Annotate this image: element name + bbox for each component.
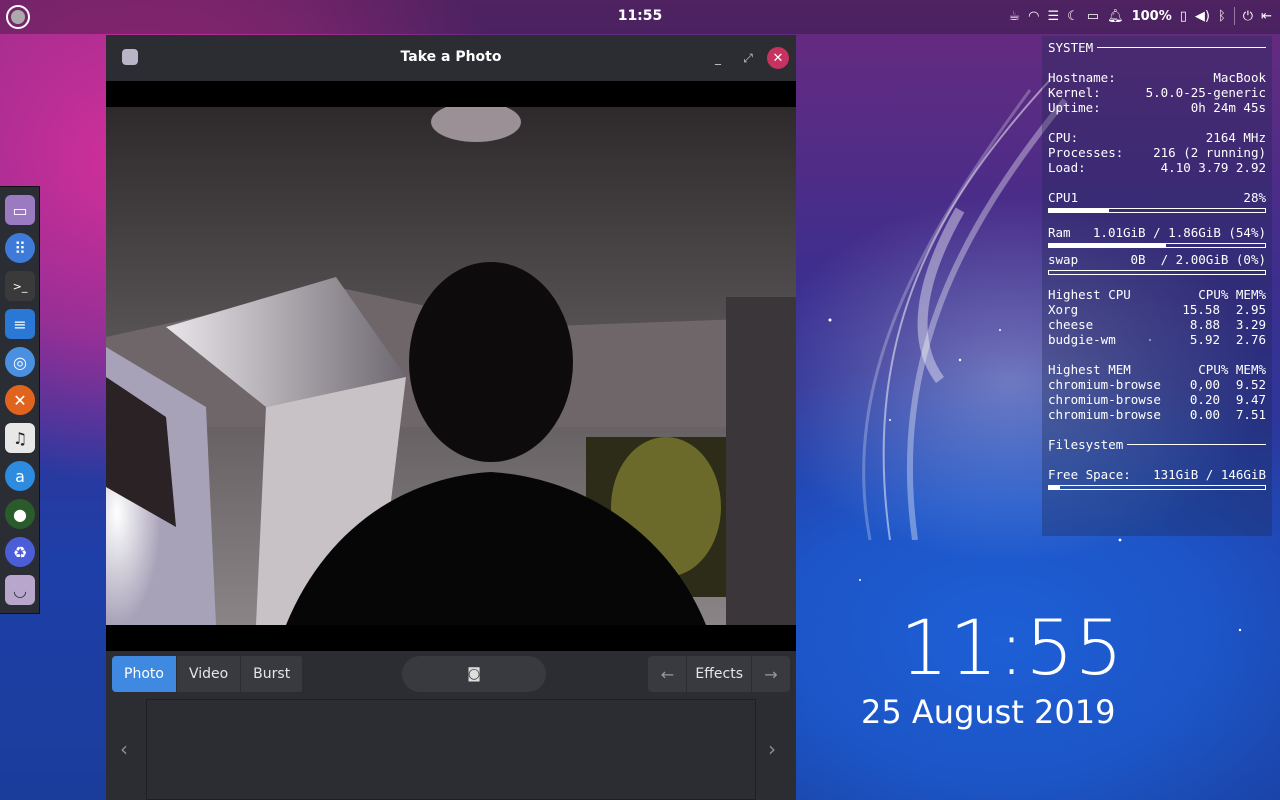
process-cpu: 0.00 <box>1189 407 1220 422</box>
raven-toggle-icon[interactable]: ⇤ <box>1261 9 1272 24</box>
process-row: chromium-browse 0.00 7.51 <box>1048 407 1266 422</box>
volume-icon[interactable]: ◀︎) <box>1195 9 1210 24</box>
burst-mode-button[interactable]: Burst <box>241 656 304 692</box>
process-row: budgie-wm 5.92 2.76 <box>1048 332 1266 347</box>
process-row: cheese 8.88 3.29 <box>1048 317 1266 332</box>
effects-group: ← Effects → <box>648 656 790 692</box>
uptime-row: Uptime: 0h 24m 45s <box>1048 100 1266 115</box>
highest-mem-list: chromium-browse 0.00 9.52 chromium-browse 0.… <box>1048 377 1266 422</box>
highest-cpu-header: Highest CPU CPU% MEM% <box>1048 287 1266 302</box>
tray-separator <box>1233 7 1235 25</box>
desktop-clock: 11:55 <box>900 603 1125 692</box>
folder-icon[interactable]: ▭ <box>1087 9 1099 24</box>
thumbnail-strip: ‹ › <box>106 699 796 800</box>
game-icon[interactable]: ✕ <box>5 385 35 415</box>
battery-icon[interactable]: ▯ <box>1180 9 1187 24</box>
power-icon[interactable]: ⏻ <box>1243 9 1253 24</box>
highest-cpu-list: Xorg 15.58 2.95 cheese 8.88 3.29 budgie-wm 5.92… <box>1048 302 1266 347</box>
camera-icon: ◙ <box>467 666 481 682</box>
video-mode-button[interactable]: Video <box>177 656 242 692</box>
process-cpu: 5.92 <box>1189 332 1220 347</box>
maximize-button[interactable]: ⤢ <box>737 47 759 69</box>
process-mem: 9.47 <box>1235 392 1266 407</box>
process-name: Xorg <box>1048 302 1079 317</box>
hostname-row: Hostname: MacBook <box>1048 70 1266 85</box>
system-header: SYSTEM <box>1048 40 1266 55</box>
camera-viewer <box>106 81 796 651</box>
minimize-button[interactable]: _ <box>707 47 729 69</box>
process-name: chromium-browse <box>1048 377 1161 392</box>
terminal-icon[interactable]: >_ <box>5 271 35 301</box>
load-row: Load: 4.10 3.79 2.92 <box>1048 160 1266 175</box>
process-cpu: 8.88 <box>1189 317 1220 332</box>
app-menu-button[interactable] <box>6 5 30 29</box>
battery-percent[interactable]: 100% <box>1132 9 1172 24</box>
conky-system-monitor: SYSTEM Hostname: MacBook Kernel: 5.0.0-25-… <box>1042 36 1272 536</box>
mode-switcher: Photo Video Burst <box>112 656 304 692</box>
highest-mem-header: Highest MEM CPU% MEM% <box>1048 362 1266 377</box>
close-button[interactable]: ✕ <box>767 47 789 69</box>
wifi-icon[interactable]: ◠ <box>1028 9 1039 24</box>
camera-preview <box>106 107 796 625</box>
process-cpu: 15.58 <box>1182 302 1220 317</box>
filesystem-header: Filesystem <box>1048 437 1266 452</box>
kernel-row: Kernel: 5.0.0-25-generic <box>1048 85 1266 100</box>
store-icon[interactable]: a <box>5 461 35 491</box>
app-grid-icon[interactable]: ⠿ <box>5 233 35 263</box>
process-name: cheese <box>1048 317 1094 332</box>
filesystem-bar <box>1048 485 1266 490</box>
process-mem: 2.95 <box>1235 302 1266 317</box>
process-mem: 2.76 <box>1235 332 1266 347</box>
chromium-icon[interactable]: ◎ <box>5 347 35 377</box>
process-row: chromium-browse 0.00 9.52 <box>1048 377 1266 392</box>
swap-bar <box>1048 270 1266 275</box>
cpu1-bar <box>1048 208 1266 213</box>
desktop-date: 25 August 2019 <box>861 693 1116 731</box>
process-mem: 9.52 <box>1235 377 1266 392</box>
thumbnail-pane[interactable] <box>146 699 756 800</box>
music-icon[interactable]: ♫ <box>5 423 35 453</box>
free-space-row: Free Space: 131GiB / 146GiB <box>1048 467 1266 482</box>
dock: ▭ ⠿ >_ ≡ ◎ ✕ ♫ a ● ♻ ◡ <box>0 186 40 614</box>
text-editor-icon[interactable]: ≡ <box>5 309 35 339</box>
capture-controls: Photo Video Burst ◙ ← Effects → <box>106 651 796 701</box>
process-row: Xorg 15.58 2.95 <box>1048 302 1266 317</box>
bluetooth-icon[interactable]: ᛒ <box>1218 9 1226 24</box>
effects-next-button[interactable]: → <box>752 656 790 692</box>
swap-row: swap 0B / 2.00GiB (0%) <box>1048 252 1266 267</box>
ram-bar <box>1048 243 1266 248</box>
process-name: chromium-browse <box>1048 407 1161 422</box>
caffeine-icon[interactable]: ☕ <box>1008 9 1020 24</box>
process-mem: 3.29 <box>1235 317 1266 332</box>
cheese-window: Take a Photo _ ⤢ ✕ Photo Video Burst ◙ ←… <box>106 35 796 800</box>
notification-bell-icon[interactable]: 🔔︎ <box>1107 9 1124 24</box>
obs-icon[interactable]: ● <box>5 499 35 529</box>
effects-prev-button[interactable]: ← <box>648 656 686 692</box>
recycle-icon[interactable]: ♻ <box>5 537 35 567</box>
menu-lines-icon[interactable]: ☰ <box>1047 9 1059 24</box>
window-titlebar[interactable]: Take a Photo _ ⤢ ✕ <box>106 35 796 81</box>
thumb-prev-icon[interactable]: ‹ <box>120 737 128 761</box>
top-panel: 11:55 ☕ ◠ ☰ ☾ ▭ 🔔︎ 100% ▯ ◀︎) ᛒ ⏻ ⇤ <box>0 0 1280 34</box>
photo-mode-button[interactable]: Photo <box>112 656 177 692</box>
cpu-row: CPU: 2164 MHz <box>1048 130 1266 145</box>
processes-row: Processes: 216 (2 running) <box>1048 145 1266 160</box>
files-icon[interactable]: ▭ <box>5 195 35 225</box>
cpu1-row: CPU1 28% <box>1048 190 1266 205</box>
process-cpu: 0.00 <box>1189 377 1220 392</box>
take-photo-button[interactable]: ◙ <box>402 656 546 692</box>
process-row: chromium-browse 0.20 9.47 <box>1048 392 1266 407</box>
system-tray: ☕ ◠ ☰ ☾ ▭ 🔔︎ 100% ▯ ◀︎) ᛒ ⏻ ⇤ <box>1008 7 1272 25</box>
process-name: budgie-wm <box>1048 332 1116 347</box>
thumb-next-icon[interactable]: › <box>768 737 776 761</box>
window-title: Take a Photo <box>400 49 502 65</box>
process-mem: 7.51 <box>1235 407 1266 422</box>
ram-row: Ram 1.01GiB / 1.86GiB (54%) <box>1048 225 1266 240</box>
cheese-app-icon[interactable]: ◡ <box>5 575 35 605</box>
process-cpu: 0.20 <box>1189 392 1220 407</box>
effects-button[interactable]: Effects <box>686 656 752 692</box>
night-mode-icon[interactable]: ☾ <box>1067 9 1079 24</box>
process-name: chromium-browse <box>1048 392 1161 407</box>
